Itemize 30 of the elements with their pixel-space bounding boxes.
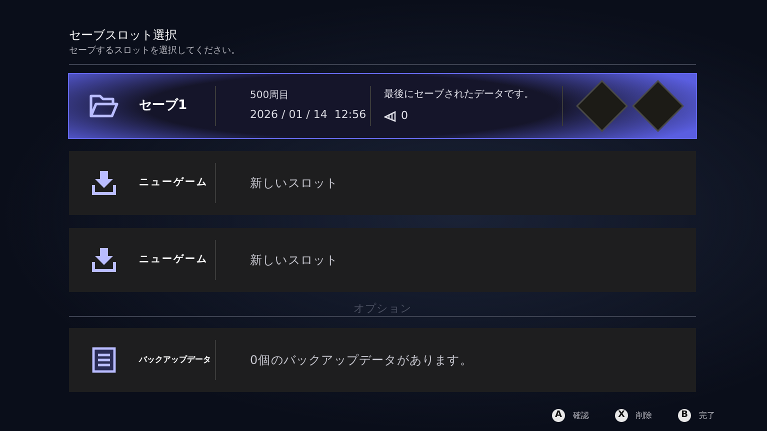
download-icon (91, 170, 117, 196)
save-timestamp: 2026 / 01 / 14 12:56 (250, 106, 368, 123)
slot-description: 0個のバックアップデータがあります。 (250, 352, 472, 368)
document-icon (92, 346, 116, 372)
controller-button-icon: B (678, 409, 691, 422)
save-slot[interactable]: バックアップデータ 0個のバックアップデータがあります。 (69, 328, 696, 392)
slot-description: 新しいスロット (250, 252, 338, 268)
save-slot[interactable]: セーブ1 500周目 2026 / 01 / 14 12:56 最後にセーブされたデータです。 0 (69, 74, 696, 138)
folder-icon (89, 94, 119, 118)
prompt-label: 削除 (636, 410, 652, 422)
diamond-icon (632, 80, 684, 132)
controller-button-icon: A (552, 409, 565, 422)
playthrough-count: 500周目 (250, 88, 290, 103)
prompt-label: 完了 (699, 410, 715, 422)
slot-name: セーブ1 (139, 96, 188, 115)
download-icon (91, 246, 117, 272)
save-note: 最後にセーブされたデータです。 (384, 88, 535, 102)
slot-name: ニューゲーム (139, 176, 208, 190)
slot-name: バックアップデータ (139, 354, 211, 366)
slot-name: ニューゲーム (139, 253, 208, 267)
screen-title: セーブスロット選択 (69, 27, 178, 44)
diamond-icon (576, 80, 628, 132)
item-count: 0 (401, 108, 408, 124)
prompt-label: 確認 (573, 410, 589, 422)
slot-description: 新しいスロット (250, 174, 338, 192)
save-slot[interactable]: ニューゲーム 新しいスロット (69, 228, 696, 292)
save-slot[interactable]: ニューゲーム 新しいスロット (69, 150, 696, 214)
controller-button-icon: X (615, 409, 628, 422)
triangle-icon (384, 110, 396, 122)
screen-subtitle: セーブするスロットを選択してください。 (69, 45, 241, 58)
